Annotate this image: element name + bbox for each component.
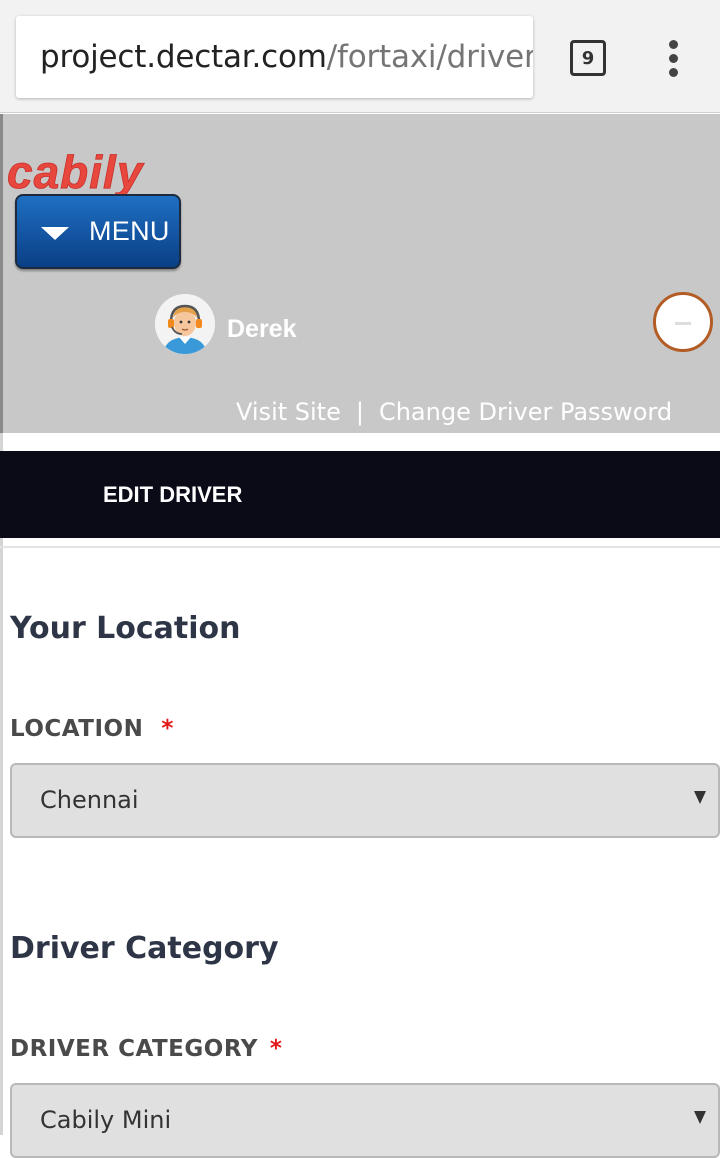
driver-category-select[interactable]: Cabily Mini <box>10 1083 720 1158</box>
link-separator: | <box>355 398 364 426</box>
url-path: /fortaxi/driver/ <box>326 39 533 75</box>
location-label-text: LOCATION <box>10 716 144 742</box>
required-asterisk: * <box>161 716 174 742</box>
driver-category-section-heading: Driver Category <box>10 931 279 966</box>
logo-text: cabily <box>7 146 145 198</box>
site-header: cabily MENU Derek Visit Site | Change Driv… <box>0 114 720 433</box>
dropdown-arrow-icon <box>694 1111 706 1124</box>
url-domain: project.dectar.com <box>40 39 327 75</box>
url-text: project.dectar.com/fortaxi/driver/ <box>40 39 533 75</box>
avatar[interactable] <box>155 294 215 354</box>
driver-category-label-text: DRIVER CATEGORY <box>10 1036 258 1062</box>
address-bar[interactable]: project.dectar.com/fortaxi/driver/ <box>16 16 533 98</box>
driver-category-label: DRIVER CATEGORY * <box>10 1036 282 1062</box>
page-title-bar: EDIT DRIVER <box>0 451 720 538</box>
menu-button[interactable]: MENU <box>15 194 181 269</box>
tab-switcher-button[interactable]: 9 <box>570 40 606 76</box>
dropdown-arrow-icon <box>694 791 706 804</box>
browser-toolbar: project.dectar.com/fortaxi/driver/ 9 <box>0 0 720 113</box>
kebab-menu-icon[interactable] <box>662 38 686 78</box>
page-title: EDIT DRIVER <box>103 482 243 507</box>
location-section-heading: Your Location <box>10 611 241 646</box>
divider <box>0 546 720 548</box>
required-asterisk: * <box>269 1036 283 1062</box>
driver-category-select-value: Cabily Mini <box>40 1106 172 1134</box>
location-select-value: Chennai <box>40 786 139 814</box>
user-name[interactable]: Derek <box>227 315 297 344</box>
caret-down-icon <box>41 227 69 240</box>
location-select[interactable]: Chennai <box>10 763 720 838</box>
minus-icon <box>675 322 691 325</box>
visit-site-link[interactable]: Visit Site <box>236 398 341 426</box>
header-links: Visit Site | Change Driver Password <box>236 398 672 426</box>
cabily-logo[interactable]: cabily <box>5 144 187 200</box>
menu-label: MENU <box>89 216 170 246</box>
support-agent-avatar-icon <box>155 294 215 354</box>
location-label: LOCATION * <box>10 716 174 742</box>
content-left-border <box>0 433 3 1135</box>
change-password-link[interactable]: Change Driver Password <box>379 398 672 426</box>
logout-toggle-button[interactable] <box>653 292 713 352</box>
